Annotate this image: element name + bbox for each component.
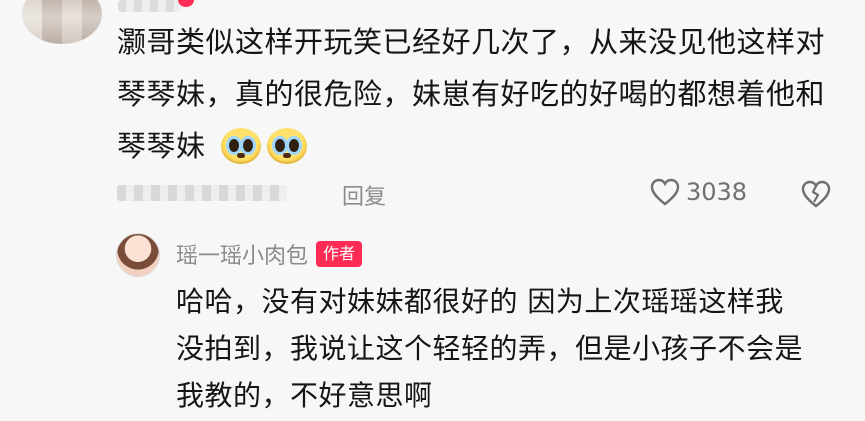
heart-icon[interactable] — [650, 178, 680, 206]
broken-heart-icon[interactable] — [801, 180, 831, 208]
reply-button[interactable]: 回复 — [342, 179, 386, 211]
reply-line: 哈哈，没有对妹妹都很好的 因为上次瑶瑶这样我 — [176, 285, 784, 318]
comment-line-text: 琴琴妹 — [117, 129, 206, 163]
reply-line: 没拍到，我说让这个轻轻的弄，但是小孩子不会是 — [176, 332, 804, 365]
crying-face-emoji-icon — [267, 128, 308, 164]
reply-header: 瑶一瑶小肉包 作者 — [176, 238, 363, 270]
commenter-avatar[interactable] — [22, 0, 102, 44]
comment-line: 琴琴妹 — [117, 120, 847, 172]
reply-line: 我教的，不好意思啊 — [176, 379, 433, 412]
like-button[interactable]: 3038 — [650, 178, 747, 206]
crying-face-emoji-icon — [221, 128, 262, 164]
comment-text: 灏哥类似这样开玩笑已经好几次了，从来没见他这样对 琴琴妹，真的很危险，妹崽有好吃… — [117, 16, 847, 172]
reply-author-name[interactable]: 瑶一瑶小肉包 — [176, 238, 308, 270]
comment-meta-blurred — [117, 185, 287, 201]
like-count: 3038 — [686, 178, 748, 206]
emoji-row — [221, 128, 308, 164]
reply-author-avatar[interactable] — [116, 233, 160, 277]
author-badge: 作者 — [316, 241, 363, 267]
reply-text: 哈哈，没有对妹妹都很好的 因为上次瑶瑶这样我 没拍到，我说让这个轻轻的弄，但是小… — [176, 278, 826, 419]
comment-line: 琴琴妹，真的很危险，妹崽有好吃的好喝的都想着他和 — [117, 77, 826, 111]
comment-line: 灏哥类似这样开玩笑已经好几次了，从来没见他这样对 — [117, 25, 826, 59]
commenter-name-blurred — [118, 0, 182, 12]
